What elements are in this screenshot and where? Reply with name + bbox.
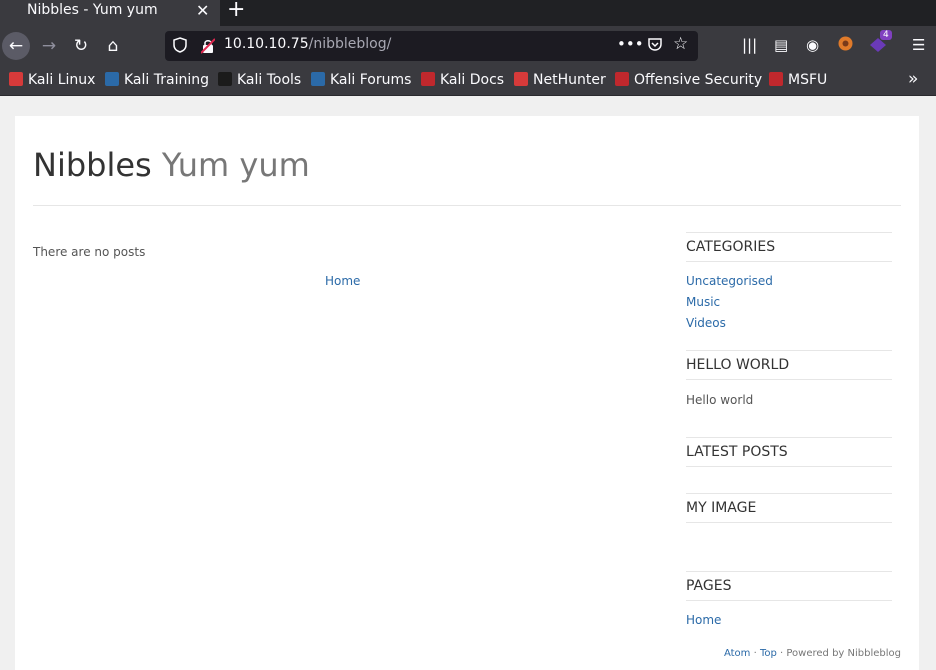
tab-close-icon[interactable]: ✕ bbox=[196, 1, 209, 20]
home-button[interactable]: ⌂ bbox=[99, 32, 127, 60]
category-link-videos[interactable]: Videos bbox=[686, 316, 726, 330]
bookmark-label: MSFU bbox=[788, 72, 828, 88]
bookmark-label: Kali Linux bbox=[28, 72, 96, 88]
site-name: Nibbles bbox=[33, 146, 152, 184]
pages-heading: PAGES bbox=[686, 571, 892, 601]
bookmark-star-icon[interactable]: ☆ bbox=[673, 34, 688, 54]
page-content: Nibbles Yum yum There are no posts Home … bbox=[15, 116, 919, 670]
msfu-icon bbox=[769, 72, 783, 86]
bookmark-kali-tools[interactable]: Kali Tools bbox=[218, 72, 301, 88]
bookmark-kali-forums[interactable]: Kali Forums bbox=[311, 72, 411, 88]
bookmark-kali-training[interactable]: Kali Training bbox=[105, 72, 209, 88]
insecure-lock-icon[interactable] bbox=[200, 38, 216, 54]
kali-forums-icon bbox=[311, 72, 325, 86]
kali-tools-icon bbox=[218, 72, 232, 86]
hello-world-heading: HELLO WORLD bbox=[686, 350, 892, 380]
my-image-heading: MY IMAGE bbox=[686, 493, 892, 523]
site-slogan: Yum yum bbox=[161, 146, 310, 184]
bookmark-kali-docs[interactable]: Kali Docs bbox=[421, 72, 504, 88]
bookmark-kali-linux[interactable]: Kali Linux bbox=[9, 72, 95, 88]
category-link-music[interactable]: Music bbox=[686, 295, 720, 309]
forward-button[interactable]: → bbox=[35, 32, 63, 60]
footer: Atom · Top · Powered by Nibbleblog bbox=[724, 648, 901, 659]
bookmark-label: Kali Tools bbox=[237, 72, 302, 88]
kali-docs-icon bbox=[421, 72, 435, 86]
bookmark-label: NetHunter bbox=[533, 72, 606, 88]
pocket-icon[interactable] bbox=[647, 36, 663, 52]
extension-badge: 4 bbox=[880, 30, 892, 40]
powered-by-text: · Powered by Nibbleblog bbox=[776, 648, 901, 659]
latest-posts-heading: LATEST POSTS bbox=[686, 437, 892, 467]
categories-heading: CATEGORIES bbox=[686, 232, 892, 262]
bookmarks-toolbar: Kali Linux Kali Training Kali Tools Kali… bbox=[0, 66, 936, 96]
tab-active[interactable]: Nibbles - Yum yum ✕ bbox=[0, 0, 220, 26]
bookmark-label: Kali Training bbox=[124, 72, 209, 88]
bookmark-offensive-security[interactable]: Offensive Security bbox=[615, 72, 762, 88]
hello-world-text: Hello world bbox=[686, 393, 754, 407]
tracking-shield-icon[interactable] bbox=[173, 37, 187, 53]
category-link-uncategorised[interactable]: Uncategorised bbox=[686, 274, 773, 288]
offsec-icon bbox=[615, 72, 629, 86]
kali-training-icon bbox=[105, 72, 119, 86]
url-bar[interactable]: 10.10.10.75/nibbleblog/ ••• ☆ bbox=[165, 31, 698, 61]
tab-strip: Nibbles - Yum yum ✕ + bbox=[0, 0, 936, 26]
page-actions-icon[interactable]: ••• bbox=[617, 35, 644, 53]
header-divider bbox=[33, 205, 901, 206]
library-icon[interactable]: ||| bbox=[742, 36, 757, 54]
bookmark-label: Kali Forums bbox=[330, 72, 412, 88]
kali-linux-icon bbox=[9, 72, 23, 86]
pager-home-link[interactable]: Home bbox=[325, 274, 360, 288]
bookmark-label: Kali Docs bbox=[440, 72, 505, 88]
back-button[interactable]: ← bbox=[2, 32, 30, 60]
footer-separator: · bbox=[750, 648, 760, 659]
bookmarks-overflow-icon[interactable]: » bbox=[908, 69, 918, 89]
tab-title: Nibbles - Yum yum bbox=[27, 2, 158, 18]
site-title: Nibbles Yum yum bbox=[33, 146, 310, 184]
bookmark-label: Offensive Security bbox=[634, 72, 763, 88]
nethunter-icon bbox=[514, 72, 528, 86]
menu-icon[interactable]: ☰ bbox=[912, 36, 925, 54]
page-link-home[interactable]: Home bbox=[686, 613, 721, 627]
foxyproxy-extension-icon[interactable] bbox=[837, 35, 854, 56]
new-tab-button[interactable]: + bbox=[227, 0, 245, 22]
no-posts-message: There are no posts bbox=[33, 245, 146, 259]
atom-feed-link[interactable]: Atom bbox=[724, 648, 750, 659]
url-text[interactable]: 10.10.10.75/nibbleblog/ bbox=[224, 36, 391, 52]
bookmark-nethunter[interactable]: NetHunter bbox=[514, 72, 606, 88]
account-icon[interactable]: ◉ bbox=[806, 36, 819, 54]
extension-icon[interactable] bbox=[869, 37, 887, 57]
top-link[interactable]: Top bbox=[760, 648, 777, 659]
url-host: 10.10.10.75 bbox=[224, 36, 309, 52]
url-path: /nibbleblog/ bbox=[308, 36, 392, 52]
bookmark-msfu[interactable]: MSFU bbox=[769, 72, 827, 88]
navigation-toolbar: ← → ↻ ⌂ 10.10.10.75/nibbleblog/ ••• ☆ ||… bbox=[0, 26, 936, 66]
sidebar-icon[interactable]: ▤ bbox=[774, 36, 788, 54]
reload-button[interactable]: ↻ bbox=[67, 32, 95, 60]
